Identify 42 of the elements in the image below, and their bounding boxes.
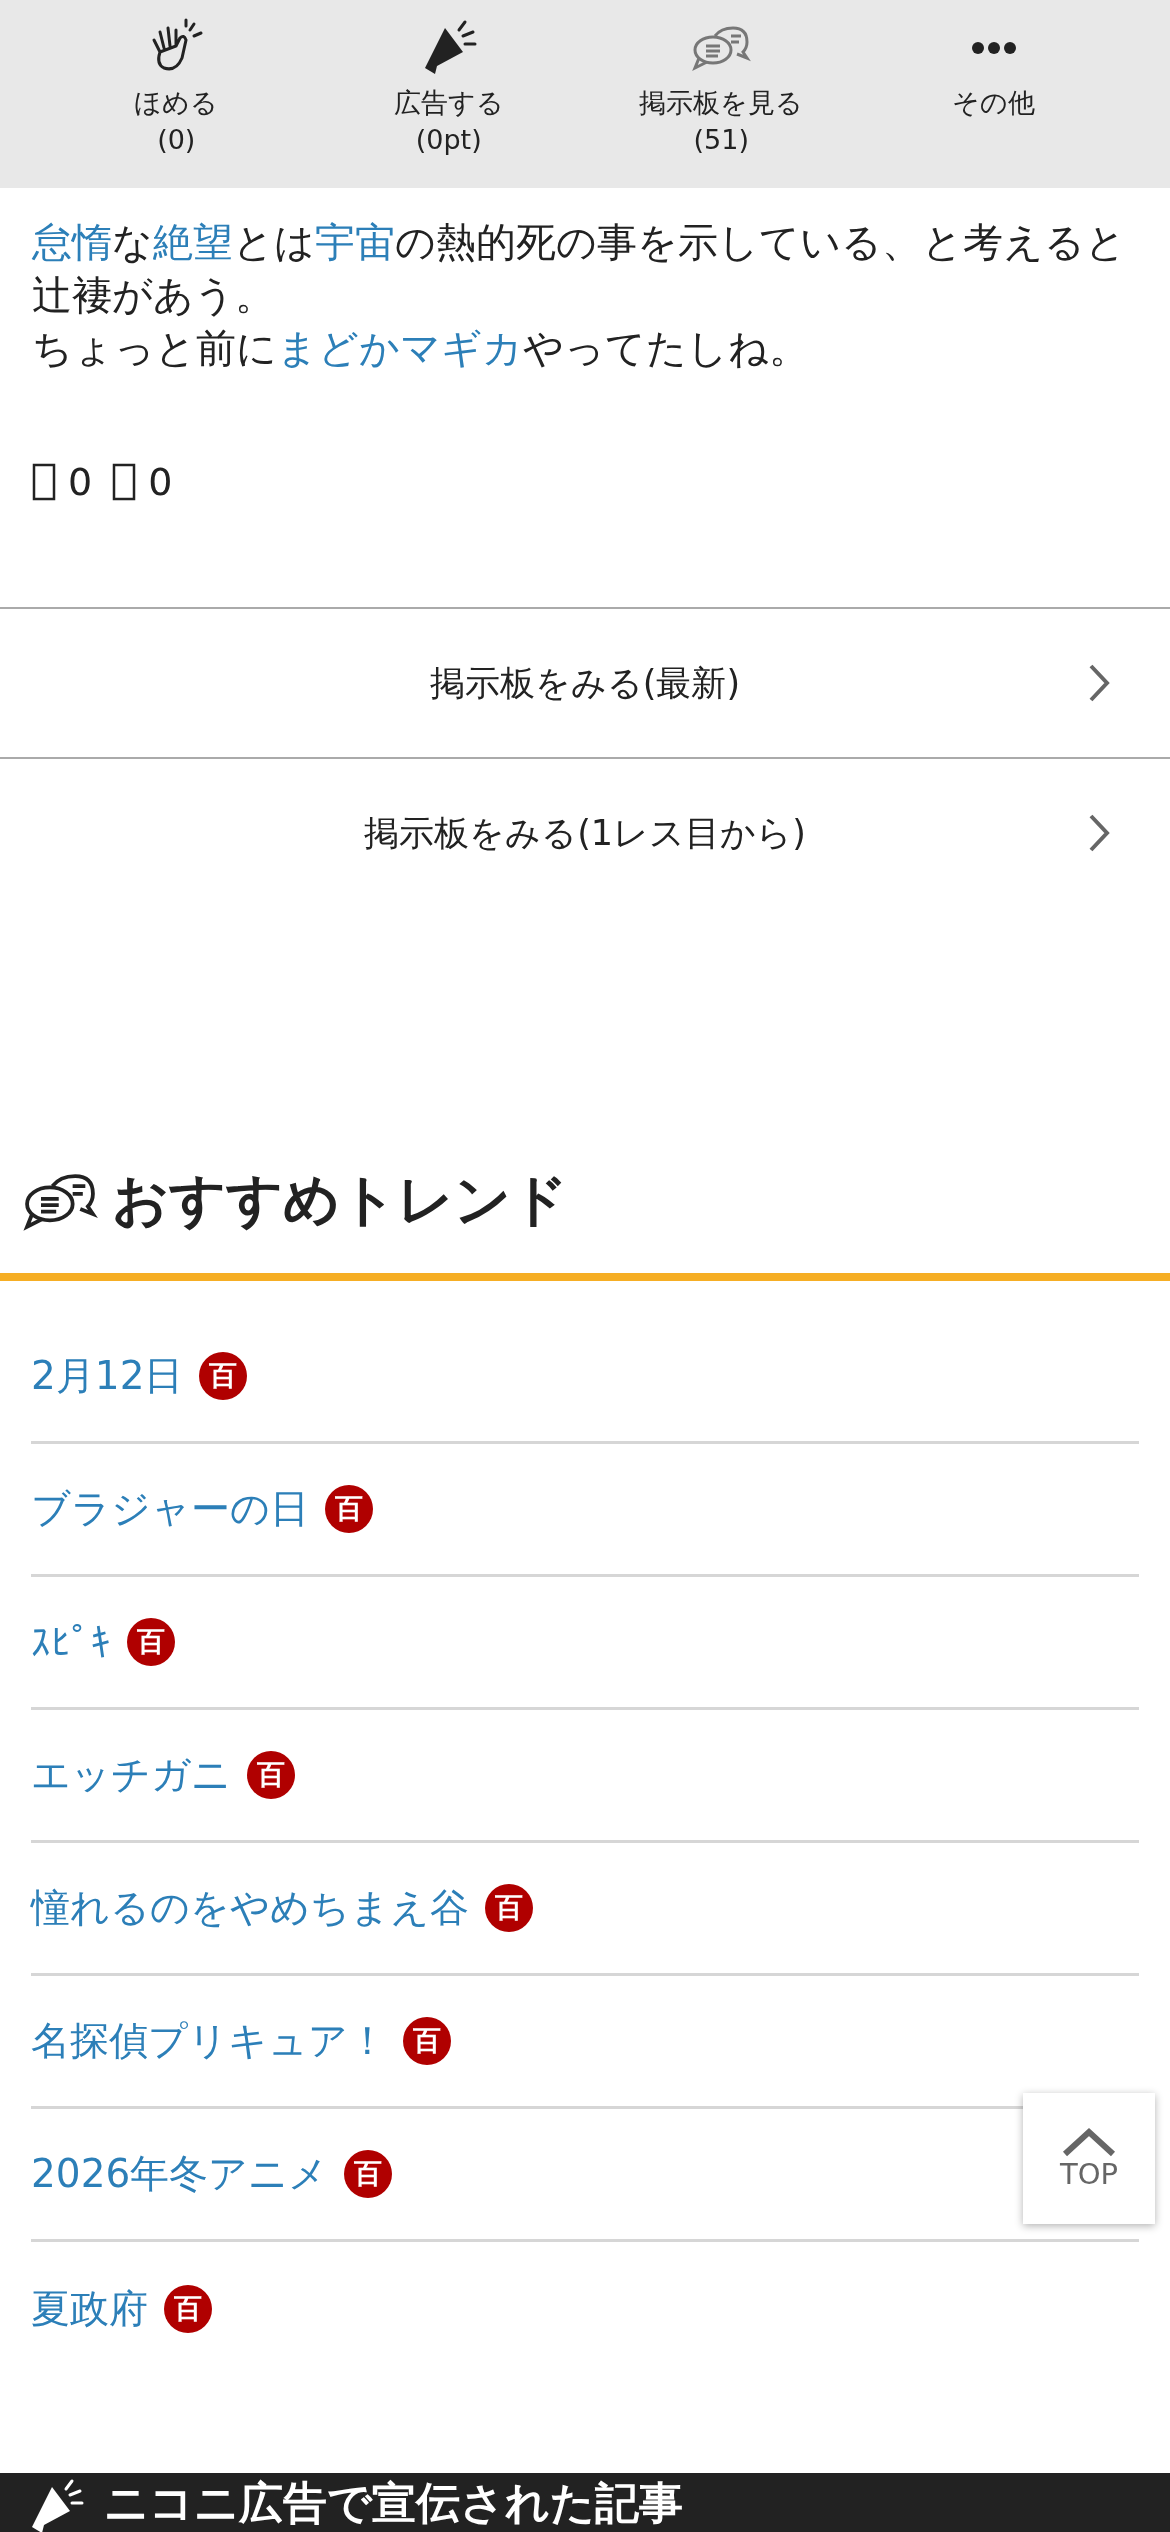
encyclopedia-badge: 百 <box>344 2150 393 2198</box>
missing-glyph-icon <box>32 462 56 501</box>
encyclopedia-badge: 百 <box>164 2284 212 2333</box>
trend-link[interactable]: 名探偵プリキュア！ <box>31 2014 387 2068</box>
section-heading: おすすめトレンド <box>112 1166 568 1234</box>
article-link[interactable]: まどかマギカ <box>277 325 523 371</box>
trend-link[interactable]: 憧れるのをやめちまえ谷 <box>31 1881 469 1935</box>
chevron-right-icon <box>1088 813 1110 853</box>
board-link-button[interactable]: 掲示板をみる(1レス目から) <box>0 757 1170 907</box>
toolbar-label[interactable]: 広告する <box>393 84 504 122</box>
toolbar-label[interactable]: 掲示板を見る <box>639 84 804 122</box>
trend-link[interactable]: 2026年冬アニメ <box>31 2147 329 2201</box>
article-link[interactable]: 絶望 <box>153 219 233 265</box>
encyclopedia-badge: 百 <box>247 1751 295 1799</box>
encyclopedia-badge: 百 <box>127 1618 175 1666</box>
article-text: ちょっと前に まどかマギカやってたしね。 <box>32 324 810 373</box>
toolbar-label[interactable]: その他 <box>952 84 1036 122</box>
toolbar-count: (0) <box>157 123 196 157</box>
trend-link[interactable]: ｽﾋﾟｷ <box>31 1619 111 1665</box>
trend-link[interactable]: 夏政府 <box>31 2281 148 2336</box>
back-to-top-button[interactable]: TOP <box>1023 2093 1155 2224</box>
missing-glyph-icon <box>112 462 137 501</box>
trend-link[interactable]: 2月12日 <box>31 1349 184 1403</box>
chat-bubbles-icon <box>691 24 752 72</box>
article-link[interactable]: 宇宙 <box>315 219 395 265</box>
toolbar-label[interactable]: ほめる <box>134 84 219 122</box>
toolbar-count: (51) <box>693 123 749 157</box>
reaction-count: 0 <box>68 459 93 504</box>
encyclopedia-badge: 百 <box>485 1884 533 1932</box>
article-text: 怠惰な絶望 とは宇宙の熱的死の事を示している、と考えると辻褄があう。 <box>32 218 1127 320</box>
board-link-button[interactable]: 掲示板をみる(最新) <box>0 607 1170 757</box>
section-heading: ニコニ広告で宣伝された記事 <box>104 2477 683 2529</box>
trend-link[interactable]: エッチガニ <box>31 1748 231 1802</box>
encyclopedia-badge: 百 <box>325 1485 373 1533</box>
trend-link[interactable]: ブラジャーの日 <box>31 1482 309 1536</box>
encyclopedia-badge: 百 <box>403 2017 451 2065</box>
chevron-up-icon <box>1062 2126 1116 2157</box>
article-link[interactable]: 怠惰 <box>32 219 112 265</box>
toolbar-count: (0pt) <box>415 123 482 157</box>
encyclopedia-badge: 百 <box>199 1352 248 1400</box>
chevron-right-icon <box>1088 663 1110 703</box>
reaction-count: 0 <box>148 459 173 504</box>
